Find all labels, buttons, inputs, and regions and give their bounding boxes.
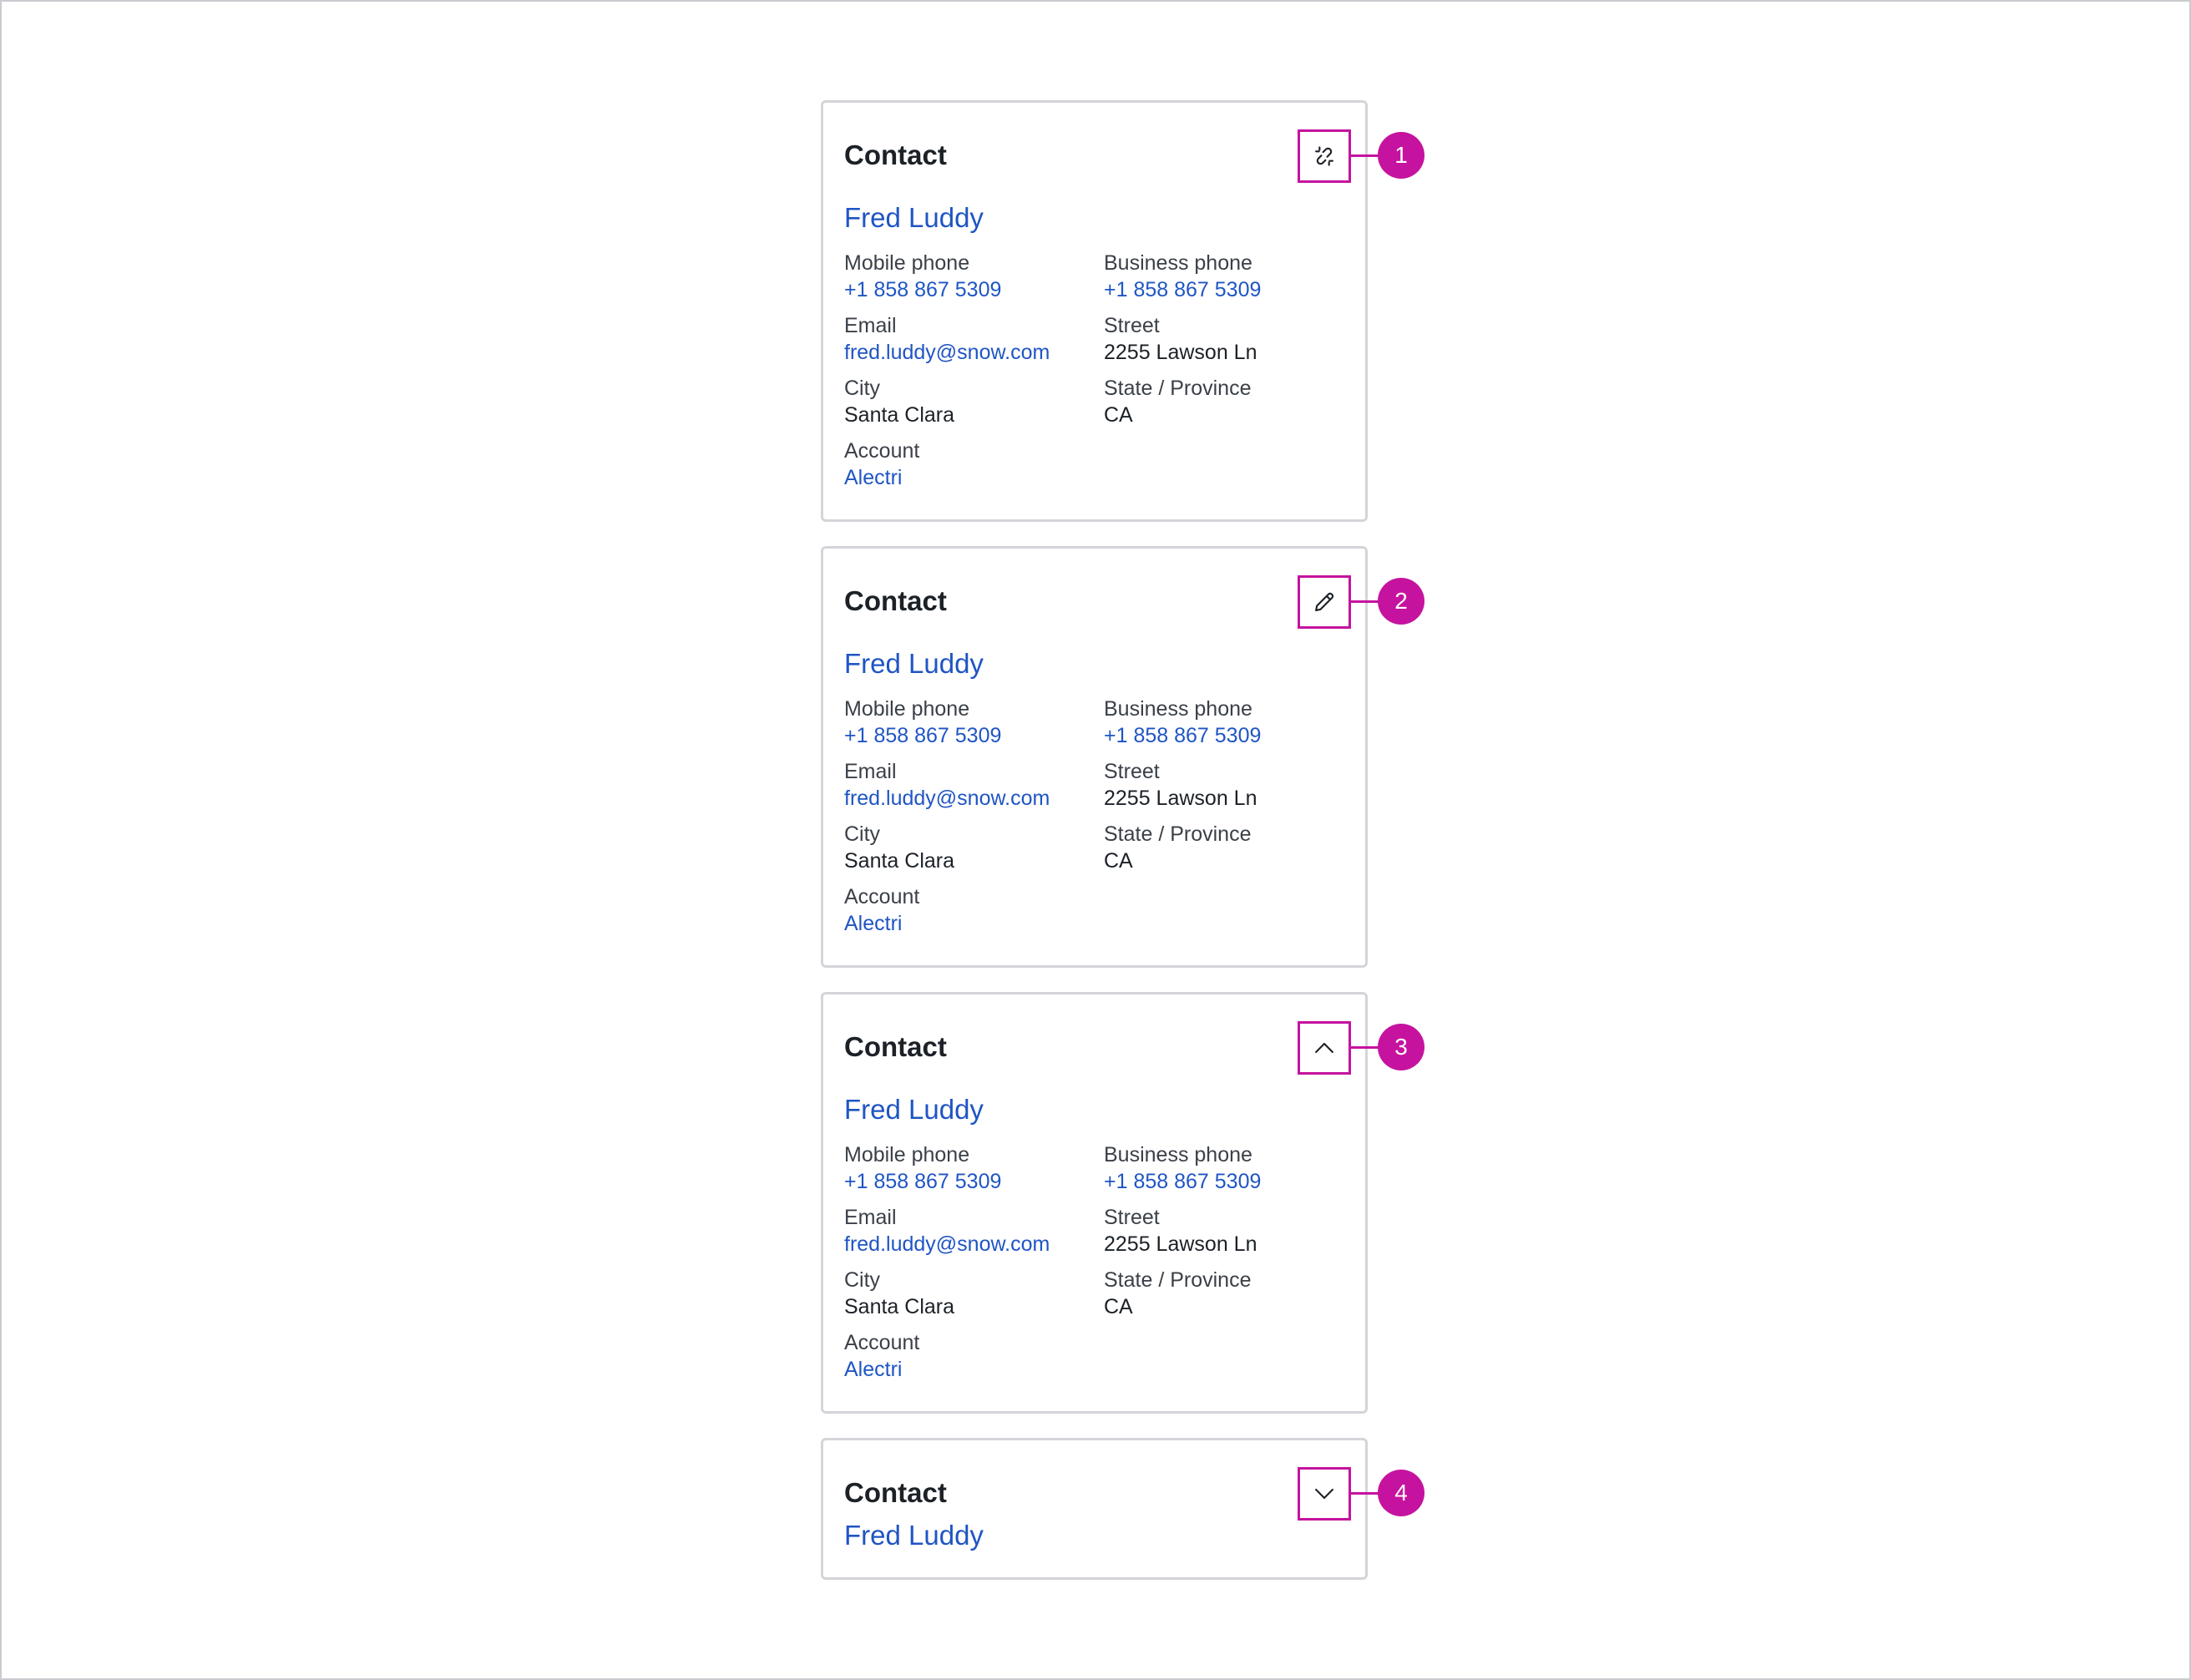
business-phone-link[interactable]: +1 858 867 5309 xyxy=(1104,724,1261,747)
field-label: Mobile phone xyxy=(844,1143,970,1166)
field-street: Street 2255 Lawson Ln xyxy=(1104,758,1345,812)
contact-name-link[interactable]: Fred Luddy xyxy=(844,1093,984,1126)
field-email: Email fred.luddy@snow.com xyxy=(844,1204,1104,1257)
chevron-up-icon xyxy=(1315,1042,1333,1054)
contact-card: Contact Fred Luddy Mobile phone +1 858 8… xyxy=(821,100,1368,522)
mobile-phone-link[interactable]: +1 858 867 5309 xyxy=(844,1170,1001,1193)
field-city: City Santa Clara xyxy=(844,821,1104,874)
mobile-phone-link[interactable]: +1 858 867 5309 xyxy=(844,278,1001,301)
field-mobile-phone: Mobile phone +1 858 867 5309 xyxy=(844,1141,1104,1195)
field-label: Mobile phone xyxy=(844,697,970,721)
field-label: Street xyxy=(1104,1206,1160,1229)
callout-connector xyxy=(1349,600,1379,603)
field-label: City xyxy=(844,1268,881,1292)
unlink-button[interactable] xyxy=(1298,129,1351,183)
field-email: Email fred.luddy@snow.com xyxy=(844,312,1104,366)
field-label: Account xyxy=(844,439,920,463)
field-label: Email xyxy=(844,1206,897,1229)
contact-card: Contact Fred Luddy Mobile phone +1 858 8… xyxy=(821,992,1368,1414)
field-label: Mobile phone xyxy=(844,251,970,275)
contact-fields: Mobile phone +1 858 867 5309 Business ph… xyxy=(844,1141,1345,1383)
field-business-phone: Business phone +1 858 867 5309 xyxy=(1104,696,1345,749)
contact-name-link[interactable]: Fred Luddy xyxy=(844,1519,984,1552)
chevron-down-icon xyxy=(1315,1488,1333,1500)
field-label: State / Province xyxy=(1104,377,1252,400)
callout-badge: 4 xyxy=(1378,1470,1424,1516)
card-title: Contact xyxy=(844,139,947,170)
contact-card: Contact Fred Luddy Mobile phone +1 858 8… xyxy=(821,546,1368,968)
callout-badge: 3 xyxy=(1378,1024,1424,1070)
state-value: CA xyxy=(1104,1295,1133,1318)
contact-name-link[interactable]: Fred Luddy xyxy=(844,647,984,681)
field-label: Email xyxy=(844,760,897,783)
field-street: Street 2255 Lawson Ln xyxy=(1104,312,1345,366)
field-label: Business phone xyxy=(1104,697,1252,721)
city-value: Santa Clara xyxy=(844,403,955,427)
field-label: Email xyxy=(844,314,897,337)
email-link[interactable]: fred.luddy@snow.com xyxy=(844,341,1050,364)
account-link[interactable]: Alectri xyxy=(844,1358,902,1381)
field-city: City Santa Clara xyxy=(844,1267,1104,1320)
card-title: Contact xyxy=(844,1031,947,1062)
street-value: 2255 Lawson Ln xyxy=(1104,787,1257,810)
callout-connector xyxy=(1349,1492,1379,1495)
street-value: 2255 Lawson Ln xyxy=(1104,341,1257,364)
field-business-phone: Business phone +1 858 867 5309 xyxy=(1104,1141,1345,1195)
city-value: Santa Clara xyxy=(844,849,955,873)
field-account: Account Alectri xyxy=(844,438,1104,491)
card-title: Contact xyxy=(844,585,947,616)
account-link[interactable]: Alectri xyxy=(844,912,902,935)
collapse-button[interactable] xyxy=(1298,1021,1351,1075)
field-label: Account xyxy=(844,1331,920,1354)
field-label: City xyxy=(844,377,881,400)
callout-badge: 2 xyxy=(1378,578,1424,625)
unlink-icon xyxy=(1315,146,1333,166)
field-label: Business phone xyxy=(1104,1143,1252,1166)
field-label: Street xyxy=(1104,760,1160,783)
contact-card-collapsed: Contact Fred Luddy xyxy=(821,1438,1368,1580)
field-label: City xyxy=(844,822,881,846)
email-link[interactable]: fred.luddy@snow.com xyxy=(844,787,1050,810)
street-value: 2255 Lawson Ln xyxy=(1104,1232,1257,1256)
field-state: State / Province CA xyxy=(1104,1267,1345,1320)
contact-fields: Mobile phone +1 858 867 5309 Business ph… xyxy=(844,696,1345,937)
account-link[interactable]: Alectri xyxy=(844,466,902,489)
mobile-phone-link[interactable]: +1 858 867 5309 xyxy=(844,724,1001,747)
callout-connector xyxy=(1349,1046,1379,1049)
field-label: State / Province xyxy=(1104,822,1252,846)
state-value: CA xyxy=(1104,849,1133,873)
email-link[interactable]: fred.luddy@snow.com xyxy=(844,1232,1050,1256)
state-value: CA xyxy=(1104,403,1133,427)
field-account: Account Alectri xyxy=(844,1329,1104,1383)
city-value: Santa Clara xyxy=(844,1295,955,1318)
expand-button[interactable] xyxy=(1298,1467,1351,1521)
field-street: Street 2255 Lawson Ln xyxy=(1104,1204,1345,1257)
contact-fields: Mobile phone +1 858 867 5309 Business ph… xyxy=(844,250,1345,491)
field-email: Email fred.luddy@snow.com xyxy=(844,758,1104,812)
business-phone-link[interactable]: +1 858 867 5309 xyxy=(1104,1170,1261,1193)
field-city: City Santa Clara xyxy=(844,375,1104,428)
field-business-phone: Business phone +1 858 867 5309 xyxy=(1104,250,1345,303)
callout-badge: 1 xyxy=(1378,132,1424,179)
field-label: Account xyxy=(844,885,920,908)
field-label: State / Province xyxy=(1104,1268,1252,1292)
callout-connector xyxy=(1349,154,1379,157)
edit-button[interactable] xyxy=(1298,575,1351,629)
field-state: State / Province CA xyxy=(1104,821,1345,874)
field-label: Street xyxy=(1104,314,1160,337)
field-mobile-phone: Mobile phone +1 858 867 5309 xyxy=(844,250,1104,303)
contact-name-link[interactable]: Fred Luddy xyxy=(844,201,984,235)
card-title: Contact xyxy=(844,1477,947,1508)
pencil-icon xyxy=(1315,592,1334,611)
field-state: State / Province CA xyxy=(1104,375,1345,428)
field-mobile-phone: Mobile phone +1 858 867 5309 xyxy=(844,696,1104,749)
field-label: Business phone xyxy=(1104,251,1252,275)
field-account: Account Alectri xyxy=(844,883,1104,937)
business-phone-link[interactable]: +1 858 867 5309 xyxy=(1104,278,1261,301)
